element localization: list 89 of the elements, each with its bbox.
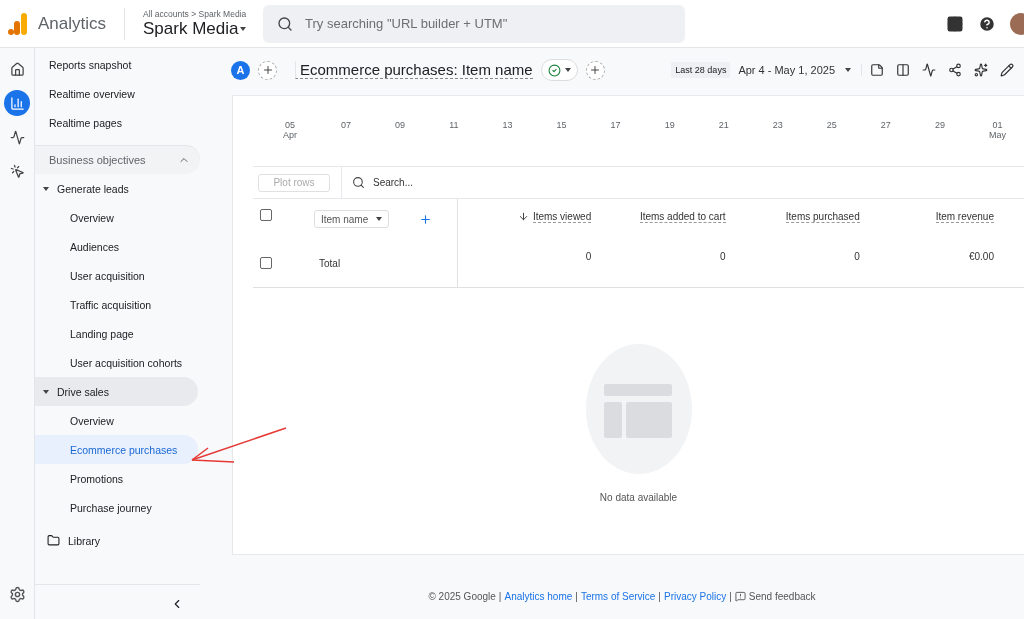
axis-label: 17 [610, 120, 621, 132]
footer-link[interactable]: Privacy Policy [663, 591, 727, 602]
checkbox[interactable] [260, 257, 272, 269]
footer-link[interactable]: Analytics home [504, 591, 573, 602]
search-icon [352, 176, 365, 189]
compare-icon[interactable] [896, 63, 910, 77]
share-icon[interactable] [948, 63, 962, 77]
search-icon [277, 15, 294, 32]
column-header[interactable]: Item revenue [935, 211, 994, 223]
axis-label: 23 [772, 120, 783, 132]
sidebar-item[interactable]: Audiences [35, 232, 198, 261]
note-icon[interactable] [870, 63, 884, 77]
table-cell: 0 [719, 251, 726, 262]
plus-icon [261, 64, 274, 76]
axis-label: 15 [556, 120, 567, 132]
dimension-dropdown[interactable]: Item name [314, 210, 390, 228]
status-dropdown[interactable] [540, 59, 578, 81]
app-name: Analytics [38, 13, 107, 34]
sparkle-icon[interactable] [974, 63, 988, 77]
sidebar-item[interactable]: Ecommerce purchases [35, 435, 198, 464]
table-cell: 0 [585, 251, 592, 262]
caret-icon [845, 68, 851, 72]
caret-icon [43, 389, 49, 394]
plus-icon [589, 64, 602, 76]
axis-label: 01 May [988, 120, 1006, 142]
separator: | [658, 591, 661, 602]
footer-link[interactable]: Terms of Service [580, 591, 656, 602]
sidebar-item[interactable]: Realtime pages [35, 108, 198, 137]
caret-icon [564, 68, 571, 72]
edit-icon[interactable] [1000, 63, 1014, 77]
axis-label: 11 [449, 120, 459, 132]
check-circle-icon [547, 63, 561, 77]
checkbox[interactable] [260, 209, 272, 221]
axis-label: 13 [502, 120, 513, 132]
copyright: © 2025 Google [428, 591, 496, 602]
sidebar-item[interactable]: Promotions [35, 464, 198, 493]
axis-label: 29 [934, 120, 945, 132]
table-cell: 0 [854, 251, 860, 262]
add-comparison-button[interactable] [258, 60, 277, 80]
caret-icon [43, 186, 49, 191]
empty-state-text: No data available [599, 492, 678, 503]
empty-table-icon [585, 344, 692, 474]
account-picker[interactable]: Spark Media [143, 18, 254, 39]
separator: | [729, 591, 732, 602]
report-title[interactable]: Ecommerce purchases: Item name [295, 61, 533, 79]
column-header[interactable]: Items added to cart [639, 211, 726, 223]
sidebar-item[interactable]: Realtime overview [35, 79, 198, 108]
axis-label: 27 [880, 120, 891, 132]
sidebar-item[interactable]: User acquisition cohorts [35, 348, 198, 377]
sidebar-item[interactable]: Overview [35, 406, 198, 435]
sidebar-item[interactable]: Overview [35, 203, 198, 232]
date-preset: Last 28 days [671, 62, 731, 78]
caret-icon [240, 26, 247, 31]
sidebar-group[interactable]: Generate leads [35, 174, 198, 203]
settings-icon[interactable] [8, 586, 26, 603]
sidebar-group[interactable]: Drive sales [35, 377, 198, 406]
section-header[interactable]: Business objectives [35, 145, 200, 174]
reports-icon[interactable] [4, 90, 30, 116]
separator: | [575, 591, 578, 602]
sidebar-item[interactable]: Traffic acquisition [35, 290, 198, 319]
comparison-badge[interactable]: A [231, 60, 250, 80]
column-header[interactable]: Items viewed [532, 211, 592, 223]
axis-label: 19 [664, 120, 675, 132]
help-icon[interactable] [978, 14, 996, 33]
axis-label: 05 Apr [283, 120, 297, 142]
axis-label: 21 [718, 120, 729, 132]
axis-label: 07 [341, 120, 352, 132]
feedback-link[interactable]: Send feedback [734, 591, 816, 602]
date-range-picker[interactable]: Apr 4 - May 1, 2025 [738, 64, 862, 76]
table-cell: Total [319, 257, 341, 269]
sidebar-item[interactable]: Landing page [35, 319, 198, 348]
caret-icon [376, 217, 383, 221]
insights-icon[interactable] [922, 63, 936, 77]
table-cell: €0.00 [968, 251, 994, 262]
separator: | [498, 591, 502, 602]
analytics-logo-icon [8, 12, 28, 35]
sidebar-item[interactable]: User acquisition [35, 261, 198, 290]
search-field[interactable]: Try searching "URL builder + UTM" [263, 4, 686, 43]
add-dimension-icon[interactable] [419, 212, 433, 226]
breadcrumb[interactable]: All accounts > Spark Media [143, 8, 254, 19]
folder-icon [47, 534, 60, 547]
column-header[interactable]: Items purchased [785, 211, 860, 223]
feedback-icon [734, 591, 746, 602]
axis-label: 25 [826, 120, 837, 132]
add-button[interactable] [585, 60, 605, 80]
sidebar-item[interactable]: Purchase journey [35, 493, 198, 522]
library-link[interactable]: Library [35, 526, 198, 555]
sidebar-item[interactable]: Reports snapshot [35, 50, 198, 79]
axis-label: 09 [395, 120, 406, 132]
